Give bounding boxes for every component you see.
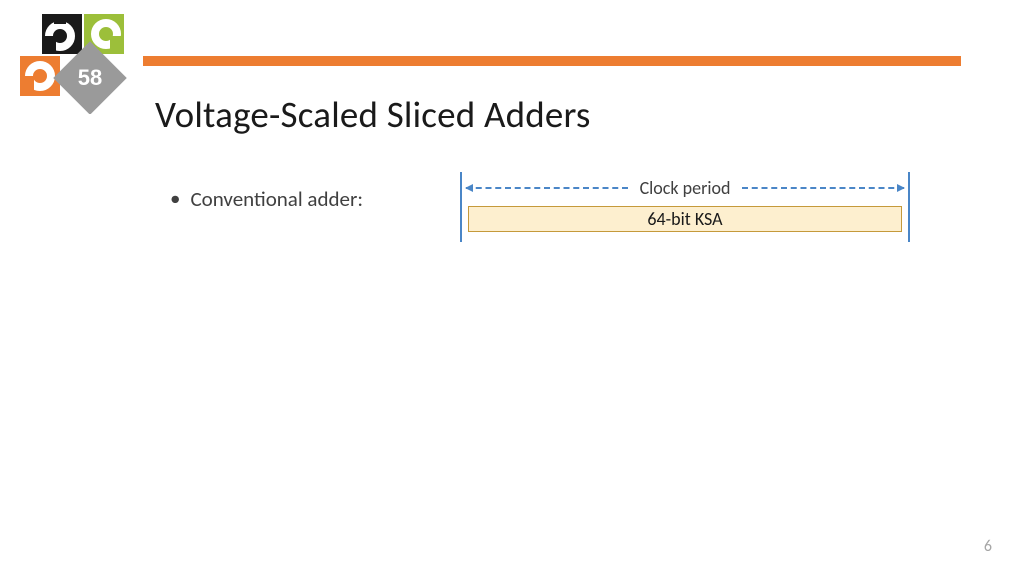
slide-title: Voltage-Scaled Sliced Adders [155, 92, 591, 137]
header-accent-bar [143, 56, 961, 66]
conference-logo: 58 [20, 14, 138, 114]
bullet-marker: • [170, 186, 180, 211]
timing-diagram: Clock period 64-bit KSA [460, 170, 910, 245]
clock-boundary-left [460, 172, 462, 242]
ksa-bar: 64-bit KSA [468, 206, 902, 232]
clock-boundary-right [908, 172, 910, 242]
arrow-left-icon [465, 184, 473, 192]
clock-period-label: Clock period [636, 177, 735, 199]
clock-dash-left [466, 187, 628, 189]
ksa-bar-label: 64-bit KSA [647, 208, 722, 230]
clock-dash-right [742, 187, 904, 189]
bullet-text: Conventional adder: [190, 186, 362, 212]
clock-period-span: Clock period [466, 178, 904, 198]
bullet-item: • Conventional adder: [170, 186, 363, 212]
logo-badge-text: 58 [78, 65, 102, 90]
page-number: 6 [984, 537, 992, 556]
arrow-right-icon [897, 184, 905, 192]
